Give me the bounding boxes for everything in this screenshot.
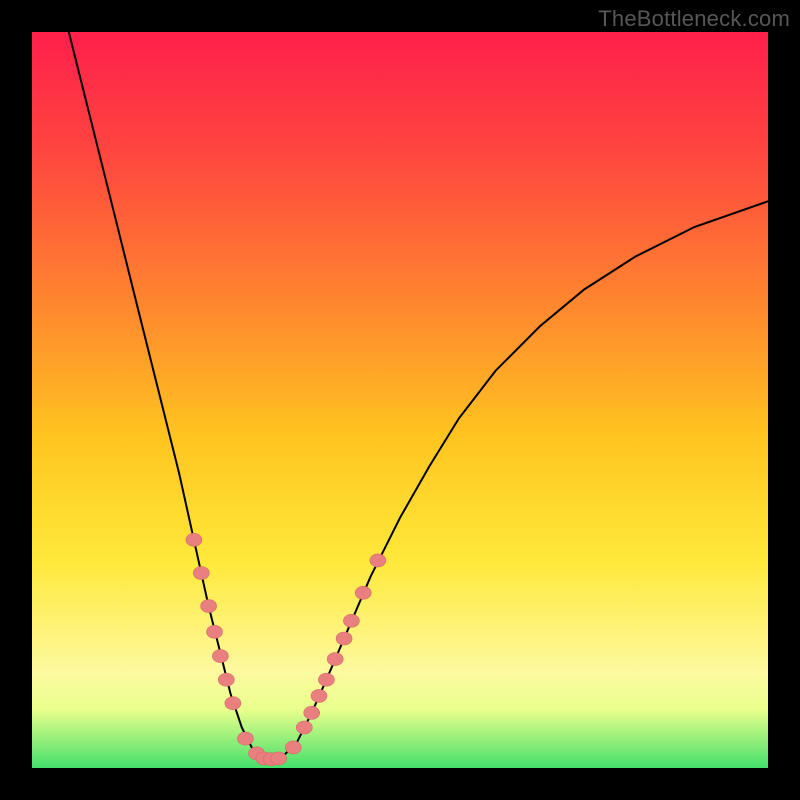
marker-dot [327, 653, 343, 666]
marker-dot [201, 600, 217, 613]
marker-dot [237, 732, 253, 745]
watermark-text: TheBottleneck.com [598, 6, 790, 32]
bottleneck-curve [69, 32, 768, 759]
marker-dot [271, 752, 287, 765]
marker-dot [225, 697, 241, 710]
marker-dot [212, 650, 228, 663]
curve-layer [32, 32, 768, 768]
marker-dot [304, 706, 320, 719]
marker-dot [343, 614, 359, 627]
marker-dot [370, 554, 386, 567]
marker-dot [296, 721, 312, 734]
marker-dot [186, 533, 202, 546]
highlight-dots [186, 533, 386, 765]
marker-dot [218, 673, 234, 686]
marker-dot [336, 632, 352, 645]
marker-dot [207, 625, 223, 638]
marker-dot [355, 586, 371, 599]
marker-dot [193, 567, 209, 580]
marker-dot [285, 741, 301, 754]
marker-dot [311, 689, 327, 702]
chart-frame [32, 32, 768, 768]
plot-area [32, 32, 768, 768]
marker-dot [318, 673, 334, 686]
